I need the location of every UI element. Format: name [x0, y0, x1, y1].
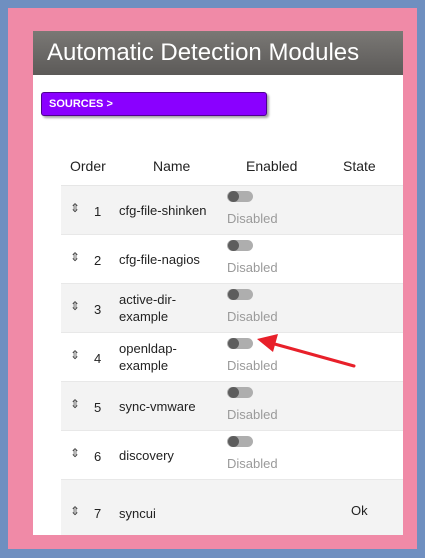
row-order: 5 — [94, 400, 102, 415]
enabled-toggle[interactable] — [227, 289, 253, 300]
row-name: openldap-example — [119, 341, 177, 373]
row-name: active-dir-example — [119, 292, 177, 324]
enabled-status: Disabled — [227, 309, 278, 324]
table-row[interactable]: ⇕ 3 active-dir-example Disabled — [61, 284, 403, 333]
toggle-knob — [228, 289, 239, 300]
table-row[interactable]: ⇕ 7 syncui Ok — [61, 480, 403, 535]
drag-handle-icon[interactable]: ⇕ — [70, 299, 80, 313]
row-order: 3 — [94, 302, 102, 317]
row-name: syncui — [119, 506, 156, 521]
column-header-enabled[interactable]: Enabled — [246, 158, 297, 174]
table-header: Order Name Enabled State — [61, 142, 403, 186]
table-row[interactable]: ⇕ 6 discovery Disabled — [61, 431, 403, 480]
row-order: 7 — [94, 506, 102, 521]
enabled-status: Disabled — [227, 456, 278, 471]
page-title: Automatic Detection Modules — [47, 39, 360, 66]
toggle-knob — [228, 240, 239, 251]
enabled-status: Disabled — [227, 358, 278, 373]
enabled-status: Disabled — [227, 211, 278, 226]
column-header-order[interactable]: Order — [70, 158, 106, 174]
drag-handle-icon[interactable]: ⇕ — [70, 397, 80, 411]
enabled-status: Disabled — [227, 407, 278, 422]
row-name: cfg-file-shinken — [119, 203, 207, 218]
drag-handle-icon[interactable]: ⇕ — [70, 504, 80, 518]
row-name: cfg-file-nagios — [119, 252, 200, 267]
toggle-knob — [228, 387, 239, 398]
row-name: discovery — [119, 448, 174, 463]
row-order: 1 — [94, 204, 102, 219]
table-row[interactable]: ⇕ 4 openldap-example Disabled — [61, 333, 403, 382]
row-order: 6 — [94, 449, 102, 464]
enabled-toggle[interactable] — [227, 436, 253, 447]
toggle-knob — [228, 191, 239, 202]
enabled-toggle[interactable] — [227, 191, 253, 202]
modules-table: Order Name Enabled State ⇕ 1 cfg-file-sh… — [61, 142, 403, 535]
table-row[interactable]: ⇕ 1 cfg-file-shinken Disabled — [61, 186, 403, 235]
enabled-toggle[interactable] — [227, 240, 253, 251]
row-order: 2 — [94, 253, 102, 268]
column-header-state[interactable]: State — [343, 158, 376, 174]
enabled-status: Disabled — [227, 260, 278, 275]
column-header-name[interactable]: Name — [153, 158, 190, 174]
toggle-knob — [228, 436, 239, 447]
table-row[interactable]: ⇕ 5 sync-vmware Disabled — [61, 382, 403, 431]
row-order: 4 — [94, 351, 102, 366]
toggle-knob — [228, 338, 239, 349]
drag-handle-icon[interactable]: ⇕ — [70, 446, 80, 460]
panel-header: Automatic Detection Modules — [33, 31, 403, 75]
drag-handle-icon[interactable]: ⇕ — [70, 201, 80, 215]
row-name: sync-vmware — [119, 399, 196, 414]
detection-modules-panel: Automatic Detection Modules SOURCES > Or… — [33, 31, 403, 535]
drag-handle-icon[interactable]: ⇕ — [70, 348, 80, 362]
drag-handle-icon[interactable]: ⇕ — [70, 250, 80, 264]
enabled-toggle[interactable] — [227, 387, 253, 398]
row-state: Ok — [351, 503, 368, 518]
table-row[interactable]: ⇕ 2 cfg-file-nagios Disabled — [61, 235, 403, 284]
enabled-toggle[interactable] — [227, 338, 253, 349]
sources-button[interactable]: SOURCES > — [41, 92, 267, 116]
